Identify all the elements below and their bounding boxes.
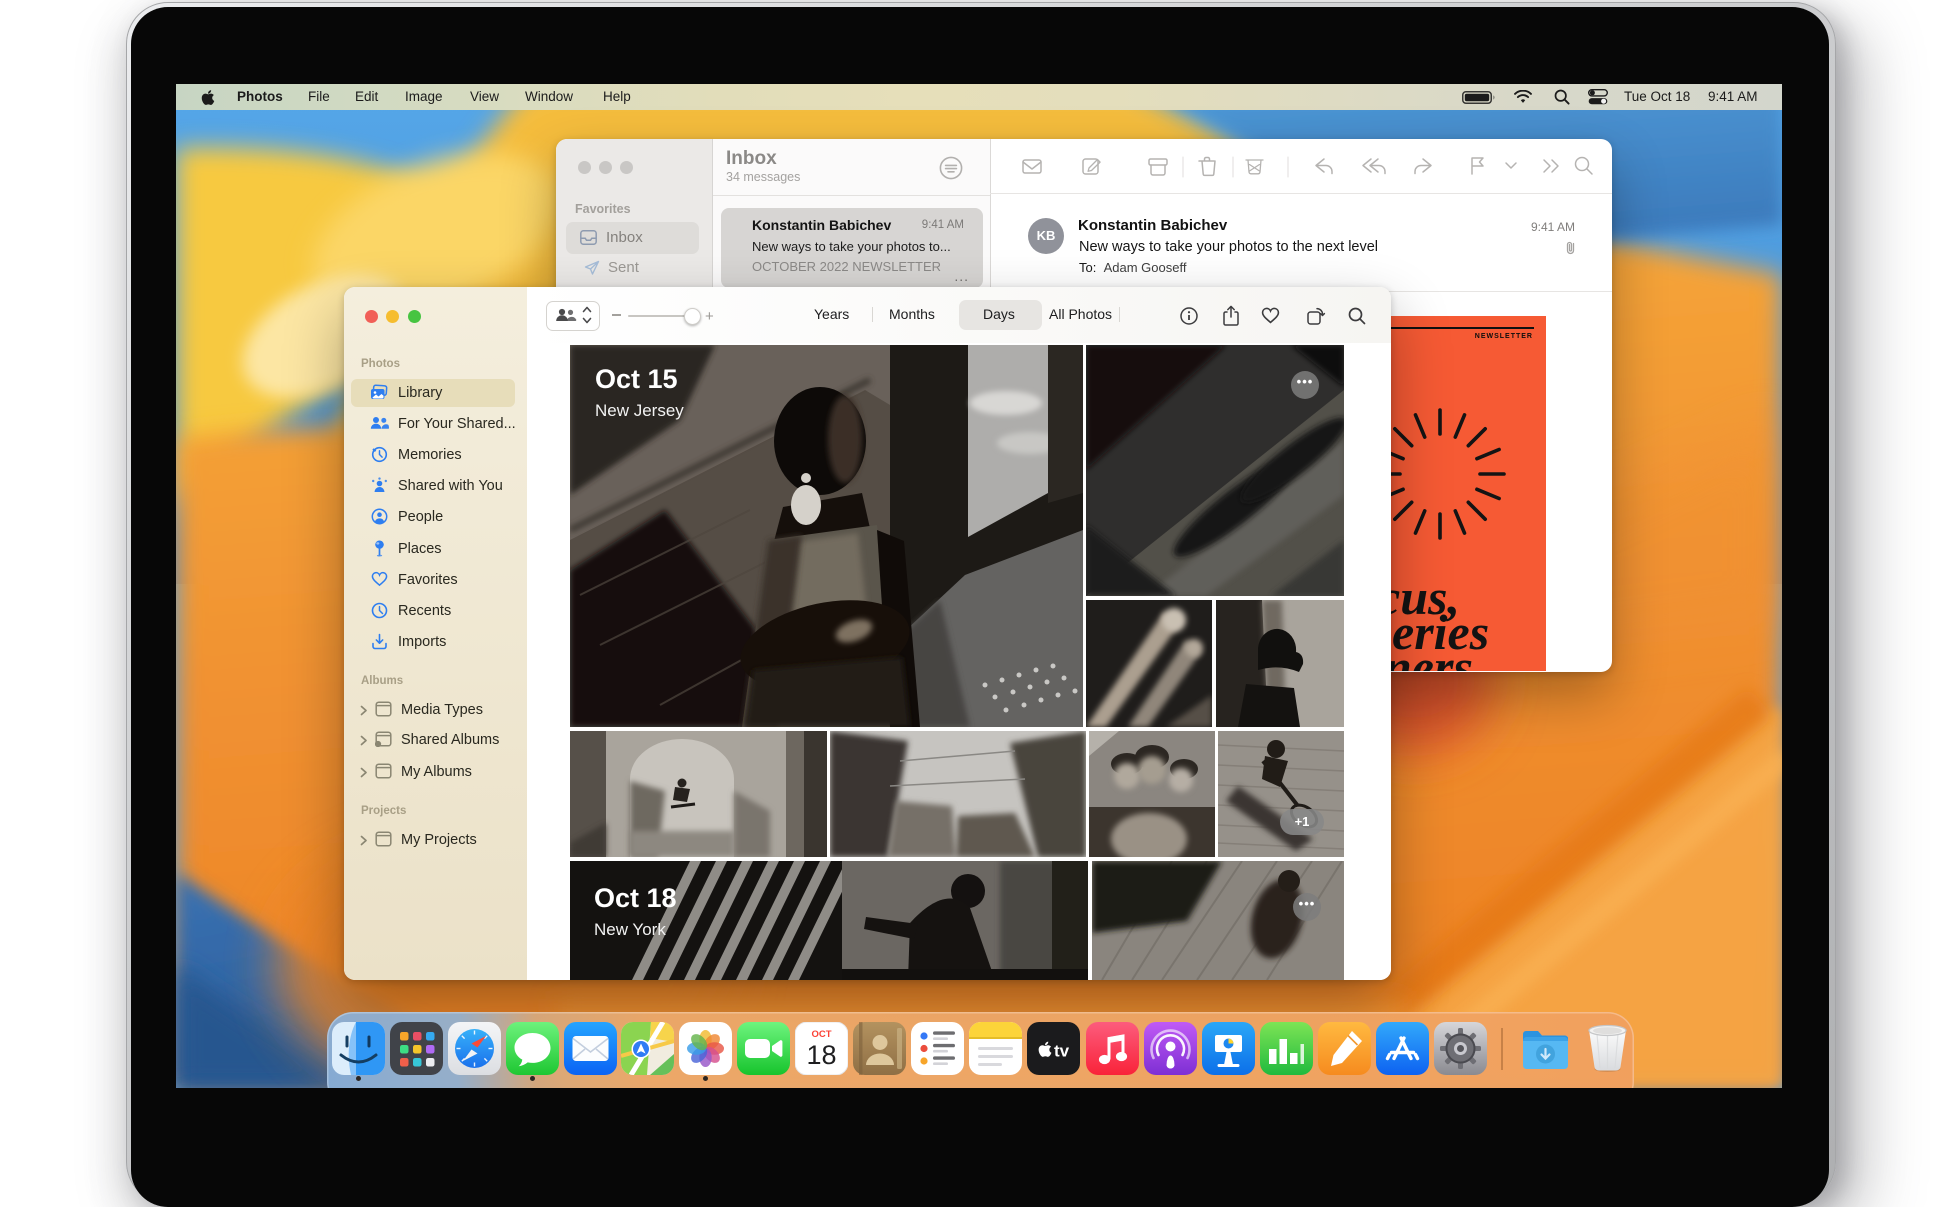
svg-text:tv: tv [1054,1042,1070,1061]
svg-text:18: 18 [806,1040,836,1070]
svg-text:OCT: OCT [811,1029,831,1040]
